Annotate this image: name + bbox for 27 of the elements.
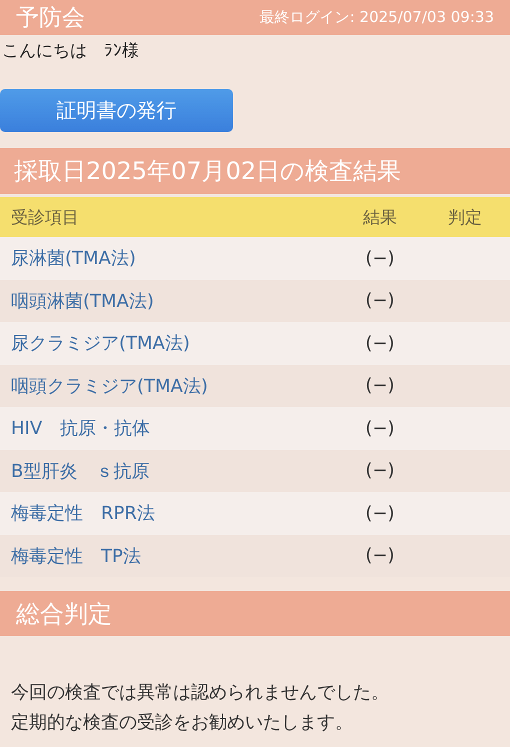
test-result: (−) xyxy=(364,545,396,566)
test-item: 咽頭クラミジア(TMA法) xyxy=(10,374,209,398)
overall-text: 定期的な検査の受診をお勧めいたします。 xyxy=(11,711,354,735)
certificate-button[interactable]: 証明書の発行 xyxy=(0,89,233,132)
app-title: 予防会 xyxy=(16,4,85,33)
test-result: (−) xyxy=(364,460,396,482)
test-item: 梅毒定性 TP法 xyxy=(10,544,142,568)
test-result: (−) xyxy=(364,332,396,354)
test-result: (−) xyxy=(364,502,396,524)
last-login: 最終ログイン: 2025/07/03 09:33 xyxy=(260,8,494,27)
test-item: 梅毒定性 RPR法 xyxy=(10,502,156,526)
test-item: B型肝炎 ｓ抗原 xyxy=(10,460,150,483)
test-item: 咽頭淋菌(TMA法) xyxy=(10,290,155,313)
test-result: (−) xyxy=(364,248,396,269)
column-header: 受診項目 xyxy=(10,206,80,228)
test-result: (−) xyxy=(364,418,396,439)
test-item: 尿クラミジア(TMA法) xyxy=(10,332,191,356)
column-header: 結果 xyxy=(362,206,398,228)
test-item: HIV 抗原・抗体 xyxy=(10,417,152,440)
column-header: 判定 xyxy=(447,206,483,228)
greeting: こんにちは ﾗﾝ様 xyxy=(1,40,140,63)
overall-text: 今回の検査では異常は認められませんでした。 xyxy=(11,681,390,705)
test-result: (−) xyxy=(364,290,396,312)
test-result: (−) xyxy=(364,375,396,396)
test-item: 尿淋菌(TMA法) xyxy=(10,247,137,270)
section-title: 総合判定 xyxy=(0,591,510,636)
section-title: 採取日2025年07月02日の検査結果 xyxy=(0,148,510,194)
